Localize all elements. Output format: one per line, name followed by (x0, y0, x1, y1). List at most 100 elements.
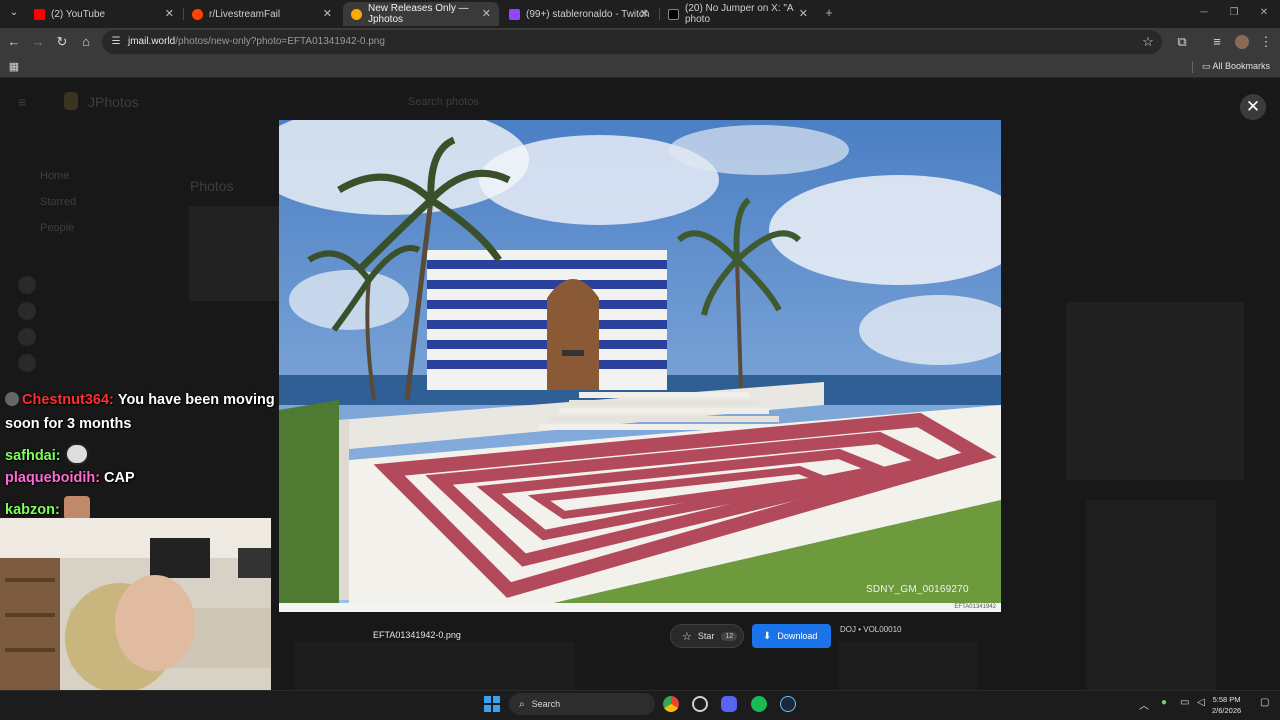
photo-id-label: EFTA01341942 (954, 604, 996, 610)
tab-title: (99+) stableronaldo - Twitch (526, 8, 650, 20)
person-avatar (18, 276, 36, 294)
background-thumbnail (1066, 302, 1244, 480)
microphone-icon[interactable]: ● (1161, 697, 1167, 708)
tab-jphotos[interactable]: New Releases Only — Jphotos ✕ (343, 2, 499, 26)
new-tab-icon[interactable]: + (821, 5, 837, 21)
background-thumbnail (294, 642, 574, 690)
spotify-icon[interactable] (751, 696, 767, 712)
star-count-badge: 12 (721, 631, 738, 641)
taskbar-search-label: Search (531, 699, 561, 709)
close-viewer-button[interactable]: ✕ (1240, 94, 1266, 120)
person-avatar (18, 302, 36, 320)
emote-icon (64, 443, 89, 465)
volume-icon[interactable]: ◁ (1197, 697, 1205, 708)
chrome-icon[interactable] (663, 696, 679, 712)
tab-youtube[interactable]: (2) YouTube ✕ (26, 2, 182, 26)
close-tab-icon[interactable]: ✕ (323, 7, 332, 20)
person-avatar (18, 354, 36, 372)
url-path: /photos/new-only?photo=EFTA01341942-0.pn… (175, 36, 385, 47)
bookmarks-bar: ▦ (0, 56, 1280, 78)
photo-filename: EFTA01341942-0.png (373, 630, 461, 640)
emote-icon (63, 496, 90, 520)
discord-icon[interactable] (721, 696, 737, 712)
tab-title: (2) YouTube (51, 8, 106, 20)
twitch-icon (509, 8, 520, 20)
steam-icon[interactable] (780, 696, 796, 712)
download-icon: ⬇ (763, 630, 772, 642)
openai-icon[interactable] (692, 696, 708, 712)
chat-text: CAP (104, 470, 135, 486)
close-tab-icon[interactable]: ✕ (482, 7, 491, 20)
network-icon[interactable]: ▭ (1180, 697, 1189, 708)
pavilion (427, 250, 667, 390)
nav-home: Home (40, 170, 70, 182)
close-tab-icon[interactable]: ✕ (165, 7, 174, 20)
minimize-icon[interactable]: ─ (1196, 5, 1212, 21)
site-info-icon[interactable]: ☰ (108, 34, 124, 50)
url-host: jmail.world (128, 36, 176, 47)
media-icon[interactable]: ≡ (1209, 34, 1225, 50)
bookmark-star-icon[interactable]: ☆ (1140, 34, 1156, 50)
url-text[interactable]: jmail.world/photos/new-only?photo=EFTA01… (128, 36, 385, 47)
brand-name: JPhotos (88, 94, 139, 110)
tab-strip: ⌄ (2) YouTube ✕ r/LivestreamFail ✕ New R… (0, 0, 1280, 28)
close-tab-icon[interactable]: ✕ (640, 7, 649, 20)
close-icon: ✕ (1245, 97, 1261, 116)
star-label: Star (697, 631, 715, 641)
jphotos-icon (351, 8, 362, 20)
photo-caption: SDNY_GM_00169270 (866, 584, 969, 595)
taskbar-search[interactable]: ⌕ Search (509, 693, 655, 715)
taskbar-clock[interactable]: 5:58 PM 2/6/2026 (1212, 694, 1241, 716)
chat-message: plaqueboidih: CAP (5, 470, 135, 486)
chat-text: soon for 3 months (5, 416, 132, 432)
tab-x[interactable]: (20) No Jumper on X: "A photo ✕ (660, 2, 816, 26)
background-thumbnail (189, 206, 279, 301)
tab-search-icon[interactable]: ⌄ (6, 5, 22, 21)
background-search: Search photos (408, 96, 479, 108)
chat-message: kabzon: (5, 496, 90, 520)
clock-time: 5:58 PM (1212, 695, 1241, 704)
chat-username: kabzon: (5, 502, 60, 518)
maximize-icon[interactable]: ❐ (1226, 5, 1242, 21)
notifications-icon[interactable]: ▢ (1260, 697, 1269, 708)
volume-label: DOJ • VOL00010 (840, 625, 902, 634)
section-title: Photos (190, 178, 234, 194)
download-label: Download (777, 631, 818, 641)
chat-message: Chestnut364: You have been moving (5, 392, 275, 408)
windows-start-icon[interactable] (484, 696, 500, 712)
reload-icon[interactable]: ↻ (54, 34, 70, 50)
star-button[interactable]: ☆ Star 12 (670, 624, 744, 648)
clock-date: 2/6/2026 (1212, 706, 1242, 715)
tab-title: New Releases Only — Jphotos (368, 3, 469, 25)
menu-icon[interactable]: ⋮ (1258, 34, 1274, 50)
close-tab-icon[interactable]: ✕ (799, 7, 808, 20)
extensions-icon[interactable]: ⧉ (1174, 34, 1190, 50)
all-bookmarks-button[interactable]: ▭ All Bookmarks (1202, 61, 1270, 72)
apps-icon[interactable]: ▦ (6, 59, 22, 75)
close-window-icon[interactable]: ✕ (1256, 5, 1272, 21)
tab-twitch[interactable]: (99+) stableronaldo - Twitch ✕ (501, 2, 657, 26)
photo-preview (279, 120, 1001, 611)
profile-avatar[interactable] (1235, 35, 1249, 49)
tray-overflow-icon[interactable]: ︿ (1139, 697, 1149, 712)
tab-title: (20) No Jumper on X: "A photo (685, 3, 794, 25)
chat-username: safhdai: (5, 448, 61, 464)
search-icon: ⌕ (519, 698, 525, 710)
all-bookmarks-label: All Bookmarks (1212, 61, 1270, 71)
star-icon: ☆ (682, 630, 692, 643)
chat-badge-icon (5, 392, 19, 406)
island-pavilion-photo (279, 120, 1001, 611)
tab-livestreamfail[interactable]: r/LivestreamFail ✕ (184, 2, 340, 26)
chat-message: safhdai: (5, 443, 89, 465)
download-button[interactable]: ⬇ Download (752, 624, 831, 648)
home-icon[interactable]: ⌂ (78, 34, 94, 50)
chat-text: You have been moving (117, 392, 275, 408)
forward-icon[interactable]: → (30, 34, 46, 50)
photo-footer-strip (279, 603, 1001, 612)
reddit-icon (192, 8, 203, 20)
hamburger-icon: ≡ (18, 94, 27, 110)
back-icon[interactable]: ← (6, 34, 22, 50)
nav-people: People (40, 222, 75, 234)
jphotos-logo (64, 92, 78, 110)
background-thumbnail (1086, 500, 1216, 700)
